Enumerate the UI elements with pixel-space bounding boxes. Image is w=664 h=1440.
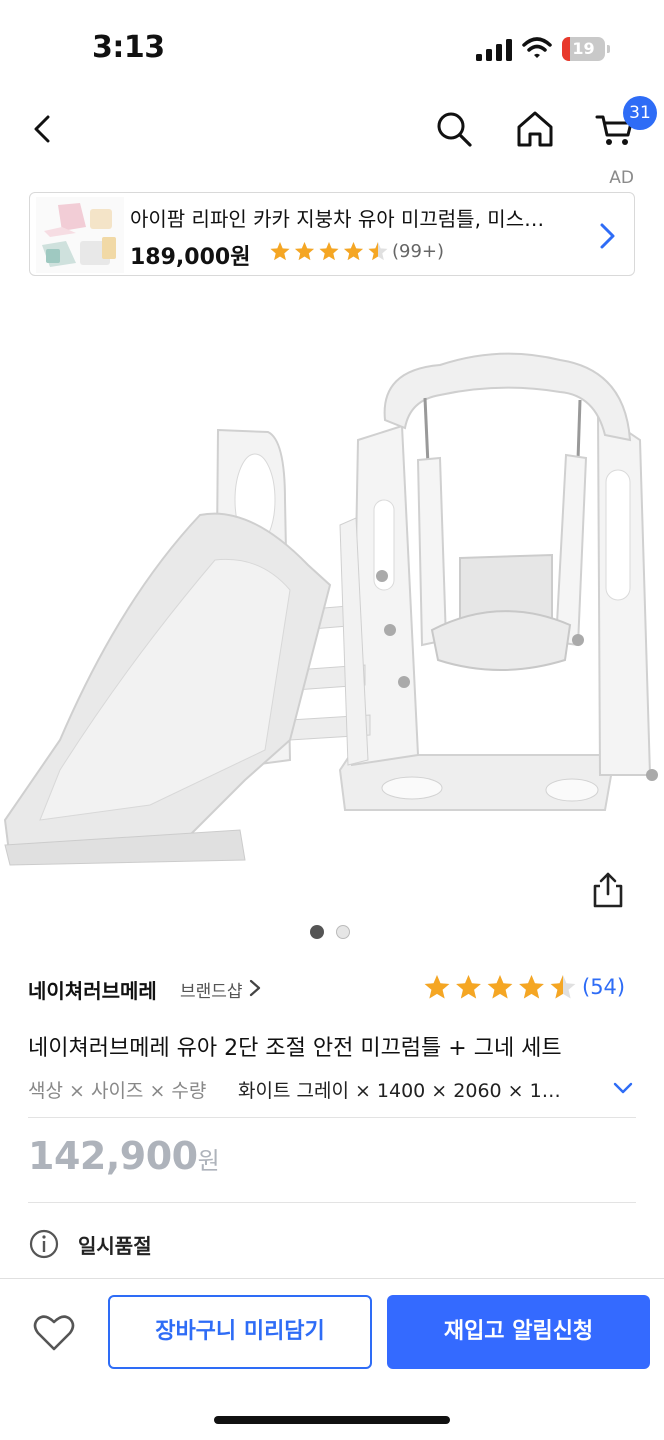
ad-title: 아이팜 리파인 카카 지붕차 유아 미끄럼틀, 미스… — [130, 207, 545, 231]
chevron-left-icon[interactable] — [22, 107, 66, 151]
top-nav — [0, 95, 664, 165]
pagination-dot[interactable] — [336, 925, 350, 939]
ad-price: 189,000원 — [130, 245, 251, 270]
heart-icon[interactable] — [32, 1313, 76, 1353]
chevron-down-icon[interactable] — [612, 1080, 634, 1096]
option-selector[interactable]: 색상 × 사이즈 × 수량 화이트 그레이 × 1400 × 2060 × 1… — [28, 1076, 638, 1106]
home-indicator — [214, 1416, 450, 1424]
pagination-dot-active[interactable] — [310, 925, 324, 939]
review-count[interactable]: (54) — [582, 975, 625, 999]
product-title: 네이쳐러브메레 유아 2단 조절 안전 미끄럼틀 + 그네 세트 — [28, 1036, 562, 1061]
product-image[interactable] — [0, 300, 664, 900]
ad-label: AD — [609, 168, 634, 188]
divider — [28, 1117, 636, 1118]
chevron-right-icon[interactable] — [248, 978, 262, 998]
brand-shop-link[interactable]: 브랜드샵 — [180, 977, 243, 1002]
status-time: 3:13 — [92, 30, 165, 65]
price-unit: 원 — [197, 1147, 220, 1175]
ad-product-thumbnail — [36, 197, 124, 273]
ad-review-count: (99+) — [392, 241, 445, 262]
image-pagination-dots — [310, 924, 360, 940]
battery-level: 19 — [572, 39, 595, 58]
brand-name[interactable]: 네이쳐러브메레 — [28, 975, 157, 1004]
cellular-signal-icon — [476, 39, 512, 61]
option-label: 색상 × 사이즈 × 수량 — [28, 1080, 207, 1102]
star-icon-filled — [424, 975, 450, 999]
product-rating-stars — [424, 975, 576, 999]
star-icon-filled — [294, 242, 315, 261]
product-price: 142,900원 — [28, 1134, 220, 1178]
ad-rating-stars — [270, 242, 388, 261]
stock-status: 일시품절 — [78, 1234, 152, 1258]
star-icon-filled — [319, 242, 339, 261]
battery-icon: 19 — [562, 37, 610, 61]
status-bar: 3:13 19 — [0, 0, 664, 90]
add-to-cart-button[interactable]: 장바구니 미리담기 — [108, 1295, 372, 1369]
restock-alert-button[interactable]: 재입고 알림신청 — [387, 1295, 650, 1369]
cart-count-badge: 31 — [623, 96, 657, 130]
ad-banner[interactable]: 아이팜 리파인 카카 지붕차 유아 미끄럼틀, 미스… 189,000원 (99… — [29, 192, 635, 276]
star-icon-filled — [343, 242, 364, 261]
home-icon[interactable] — [513, 107, 557, 151]
star-icon-filled — [519, 975, 544, 999]
wifi-icon — [522, 37, 552, 58]
share-icon[interactable] — [590, 870, 626, 910]
star-icon-filled — [456, 975, 481, 999]
info-icon — [29, 1229, 59, 1259]
chevron-right-icon[interactable] — [596, 221, 618, 251]
divider — [28, 1202, 636, 1203]
star-icon-filled — [270, 242, 290, 261]
option-value: 화이트 그레이 × 1400 × 2060 × 1… — [238, 1080, 561, 1102]
search-icon[interactable] — [432, 107, 476, 151]
star-icon-filled — [487, 975, 513, 999]
